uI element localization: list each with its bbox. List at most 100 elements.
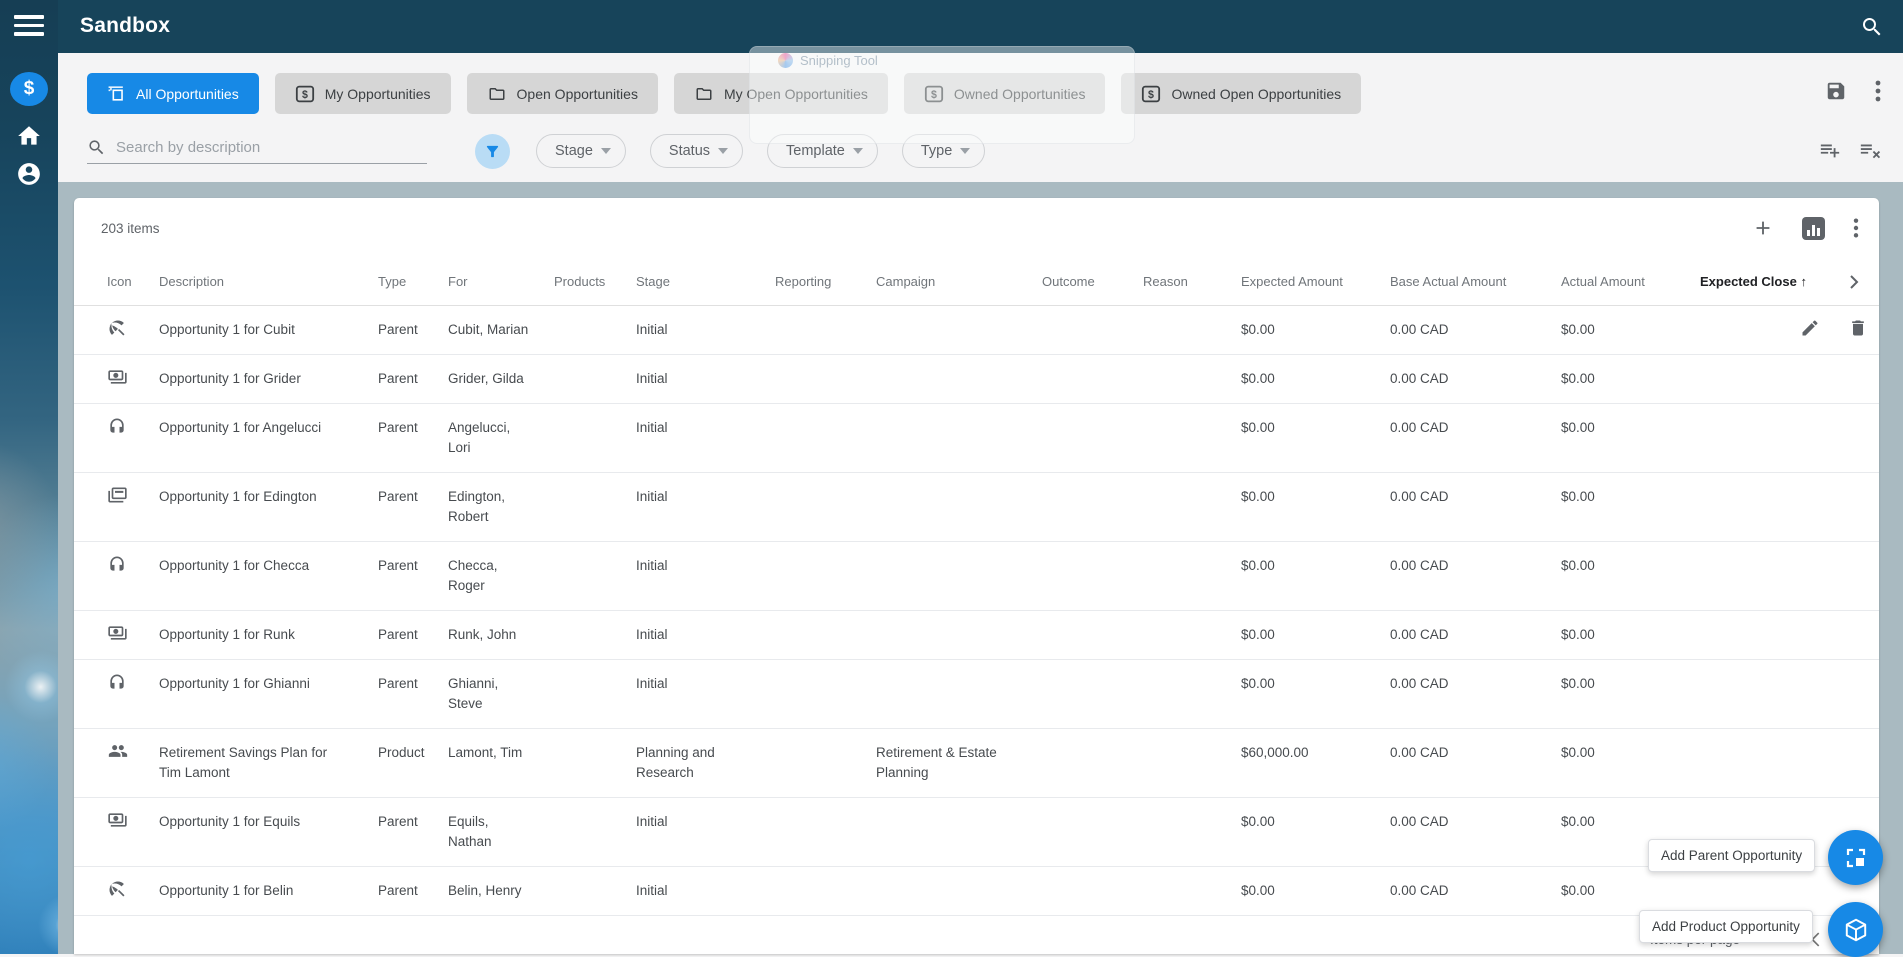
view-selector: All Opportunities $ My Opportunities Ope… [87, 73, 1362, 114]
search-icon[interactable] [1859, 14, 1885, 40]
chart-icon[interactable] [1802, 216, 1825, 240]
filter-funnel-icon[interactable] [475, 133, 510, 169]
cell-description: Opportunity 1 for Grider [159, 371, 301, 386]
cell-base-actual-amount: 0.00 CAD [1390, 489, 1449, 504]
playlist-remove-icon[interactable] [1859, 139, 1881, 161]
chevron-down-icon [960, 148, 971, 154]
view-chip-my-open-opportunities[interactable]: My Open Opportunities [673, 73, 888, 114]
cell-for: Grider, Gilda [448, 371, 524, 386]
cell-type: Parent [378, 322, 418, 337]
filter-status-dropdown[interactable]: Status [649, 134, 744, 168]
cell-description: Opportunity 1 for Edington [159, 489, 317, 504]
search-input[interactable] [116, 139, 416, 156]
cell-for: Ghianni, Steve [448, 676, 499, 711]
svg-text:$: $ [931, 89, 937, 101]
col-outcome[interactable]: Outcome [1042, 274, 1143, 289]
col-base-actual-amount[interactable]: Base Actual Amount [1390, 274, 1561, 289]
cell-base-actual-amount: 0.00 CAD [1390, 558, 1449, 573]
add-product-opportunity-button[interactable] [1828, 902, 1883, 957]
app-bar: Sandbox [0, 0, 1903, 53]
filter-template-dropdown[interactable]: Template [767, 134, 878, 168]
col-campaign[interactable]: Campaign [876, 274, 1042, 289]
table-row[interactable]: Opportunity 1 for Grider Parent Grider, … [74, 355, 1879, 404]
edit-icon[interactable] [1800, 318, 1820, 338]
people-icon [108, 745, 128, 757]
col-for[interactable]: For [448, 274, 554, 289]
col-type[interactable]: Type [378, 274, 448, 289]
col-products[interactable]: Products [554, 274, 636, 289]
cell-expected-amount: $0.00 [1241, 322, 1275, 337]
cell-expected-amount: $60,000.00 [1241, 745, 1309, 760]
cell-expected-amount: $0.00 [1241, 676, 1275, 691]
kebab-menu-icon[interactable] [1875, 79, 1881, 103]
cell-expected-amount: $0.00 [1241, 814, 1275, 829]
add-parent-opportunity-button[interactable] [1828, 830, 1883, 885]
cell-type: Parent [378, 883, 418, 898]
col-actual-amount[interactable]: Actual Amount [1561, 274, 1700, 289]
cell-stage: Initial [636, 676, 668, 691]
cell-description: Opportunity 1 for Runk [159, 627, 295, 642]
col-icon[interactable]: Icon [107, 274, 159, 289]
cell-type: Parent [378, 676, 418, 691]
col-reason[interactable]: Reason [1143, 274, 1241, 289]
filter-type-dropdown[interactable]: Type [901, 134, 986, 168]
cell-actual-amount: $0.00 [1561, 814, 1595, 829]
tooltip-add-parent-opportunity: Add Parent Opportunity [1648, 839, 1816, 872]
filter-stage-dropdown[interactable]: Stage [536, 134, 626, 168]
table-row[interactable]: Opportunity 1 for Runk Parent Runk, John… [74, 611, 1879, 660]
table-row[interactable]: Opportunity 1 for Cubit Parent Cubit, Ma… [74, 306, 1879, 355]
view-chip-my-opportunities[interactable]: $ My Opportunities [274, 73, 451, 114]
sidebar-item-home[interactable] [14, 122, 44, 150]
table-row[interactable]: Opportunity 1 for Checca Parent Checca, … [74, 542, 1879, 611]
cell-base-actual-amount: 0.00 CAD [1390, 745, 1449, 760]
dollar-box-icon: $ [1142, 85, 1161, 102]
col-expected-close[interactable]: Expected Close ↑ [1700, 274, 1807, 289]
table-row[interactable]: Opportunity 1 for Edington Parent Edingt… [74, 473, 1879, 542]
cell-for: Belin, Henry [448, 883, 522, 898]
cell-for: Checca, Roger [448, 558, 498, 593]
view-chip-owned-open-opportunities[interactable]: $ Owned Open Opportunities [1121, 73, 1362, 114]
cell-base-actual-amount: 0.00 CAD [1390, 676, 1449, 691]
home-icon [18, 126, 40, 145]
cell-base-actual-amount: 0.00 CAD [1390, 371, 1449, 386]
view-chip-all-opportunities[interactable]: All Opportunities [87, 73, 259, 114]
kebab-menu-icon[interactable] [1853, 217, 1859, 239]
beach-umbrella-icon [109, 881, 125, 897]
table-row[interactable]: Opportunity 1 for Ghianni Parent Ghianni… [74, 660, 1879, 729]
svg-text:$: $ [1148, 89, 1154, 101]
cell-actual-amount: $0.00 [1561, 676, 1595, 691]
add-icon[interactable] [1752, 217, 1774, 239]
playlist-add-icon[interactable] [1819, 139, 1841, 161]
col-reporting[interactable]: Reporting [775, 274, 876, 289]
view-chip-owned-opportunities[interactable]: $ Owned Opportunities [903, 73, 1106, 114]
cell-type: Parent [378, 420, 418, 435]
col-stage[interactable]: Stage [636, 274, 775, 289]
table-row[interactable]: Opportunity 1 for Equils Parent Equils, … [74, 798, 1879, 867]
cell-base-actual-amount: 0.00 CAD [1390, 322, 1449, 337]
col-expected-amount[interactable]: Expected Amount [1241, 274, 1390, 289]
tooltip-add-product-opportunity: Add Product Opportunity [1639, 910, 1813, 943]
view-chip-open-opportunities[interactable]: Open Opportunities [466, 73, 658, 114]
cell-description: Opportunity 1 for Equils [159, 814, 301, 829]
scroll-columns-right-icon[interactable] [1848, 274, 1866, 289]
dollar-icon: $ [23, 78, 35, 99]
save-icon[interactable] [1825, 80, 1847, 102]
search-icon [89, 140, 104, 155]
table-row[interactable]: Opportunity 1 for Angelucci Parent Angel… [74, 404, 1879, 473]
cell-base-actual-amount: 0.00 CAD [1390, 814, 1449, 829]
table-row[interactable]: Opportunity 1 for Belin Parent Belin, He… [74, 867, 1879, 916]
dollar-box-icon: $ [924, 85, 944, 102]
cell-type: Parent [378, 489, 418, 504]
hamburger-menu-icon[interactable] [14, 15, 44, 37]
chevron-down-icon [600, 148, 611, 154]
sidebar-item-opportunities[interactable]: $ [10, 72, 48, 106]
documents-icon [108, 487, 127, 503]
sidebar-item-profile[interactable] [14, 160, 44, 188]
pagination-bar: Items per page [74, 916, 1879, 954]
table-header-row: Icon Description Type For Products Stage… [74, 258, 1879, 306]
col-description[interactable]: Description [159, 274, 378, 289]
svg-text:$: $ [302, 89, 308, 101]
delete-icon[interactable] [1848, 318, 1868, 338]
table-row[interactable]: Retirement Savings Plan for Tim Lamont P… [74, 729, 1879, 798]
page-title: Sandbox [80, 14, 171, 37]
